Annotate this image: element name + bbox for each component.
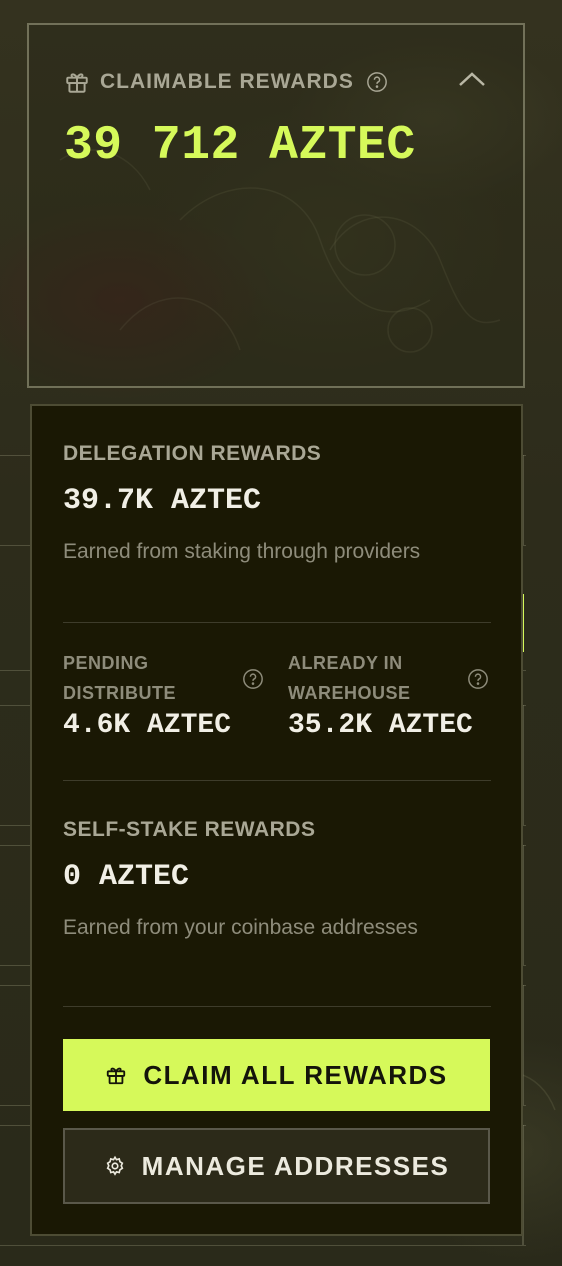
gear-icon [106,1155,124,1176]
manage-addresses-button[interactable]: MANAGE ADDRESSES [63,1128,490,1204]
pending-distribute-title: PENDING DISTRIBUTE [63,653,176,703]
rewards-breakdown-panel: DELEGATION REWARDS 39.7K AZTEC Earned fr… [30,404,523,1236]
divider [63,622,491,623]
claimable-rewards-header: CLAIMABLE REWARDS [64,69,388,95]
gift-icon [107,1067,126,1085]
claim-all-rewards-button[interactable]: CLAIM ALL REWARDS [63,1039,490,1111]
already-in-warehouse-title: ALREADY IN WAREHOUSE [288,653,411,703]
chevron-up-icon[interactable] [457,69,487,89]
claimable-rewards-card: CLAIMABLE REWARDS 39 712 AZTEC [27,23,525,388]
delegation-rewards-title: DELEGATION REWARDS [63,442,322,465]
already-in-warehouse-value: 35.2K AZTEC [288,710,473,741]
gift-icon [66,73,88,93]
help-circle-icon[interactable] [366,71,388,93]
help-circle-icon[interactable] [467,668,489,690]
pending-distribute-value: 4.6K AZTEC [63,710,232,741]
delegation-rewards-value: 39.7K AZTEC [63,484,262,518]
delegation-rewards-description: Earned from staking through providers [63,540,421,563]
divider [63,780,491,781]
claimable-rewards-title: CLAIMABLE REWARDS [100,70,354,93]
self-stake-rewards-title: SELF-STAKE REWARDS [63,818,316,841]
help-circle-icon[interactable] [242,668,264,690]
claimable-amount: 39 712 AZTEC [64,119,416,173]
manage-addresses-label: MANAGE ADDRESSES [141,1150,450,1181]
self-stake-rewards-value: 0 AZTEC [63,860,190,894]
claim-all-rewards-label: CLAIM ALL REWARDS [143,1059,448,1090]
self-stake-rewards-description: Earned from your coinbase addresses [63,916,418,939]
divider [63,1006,491,1007]
